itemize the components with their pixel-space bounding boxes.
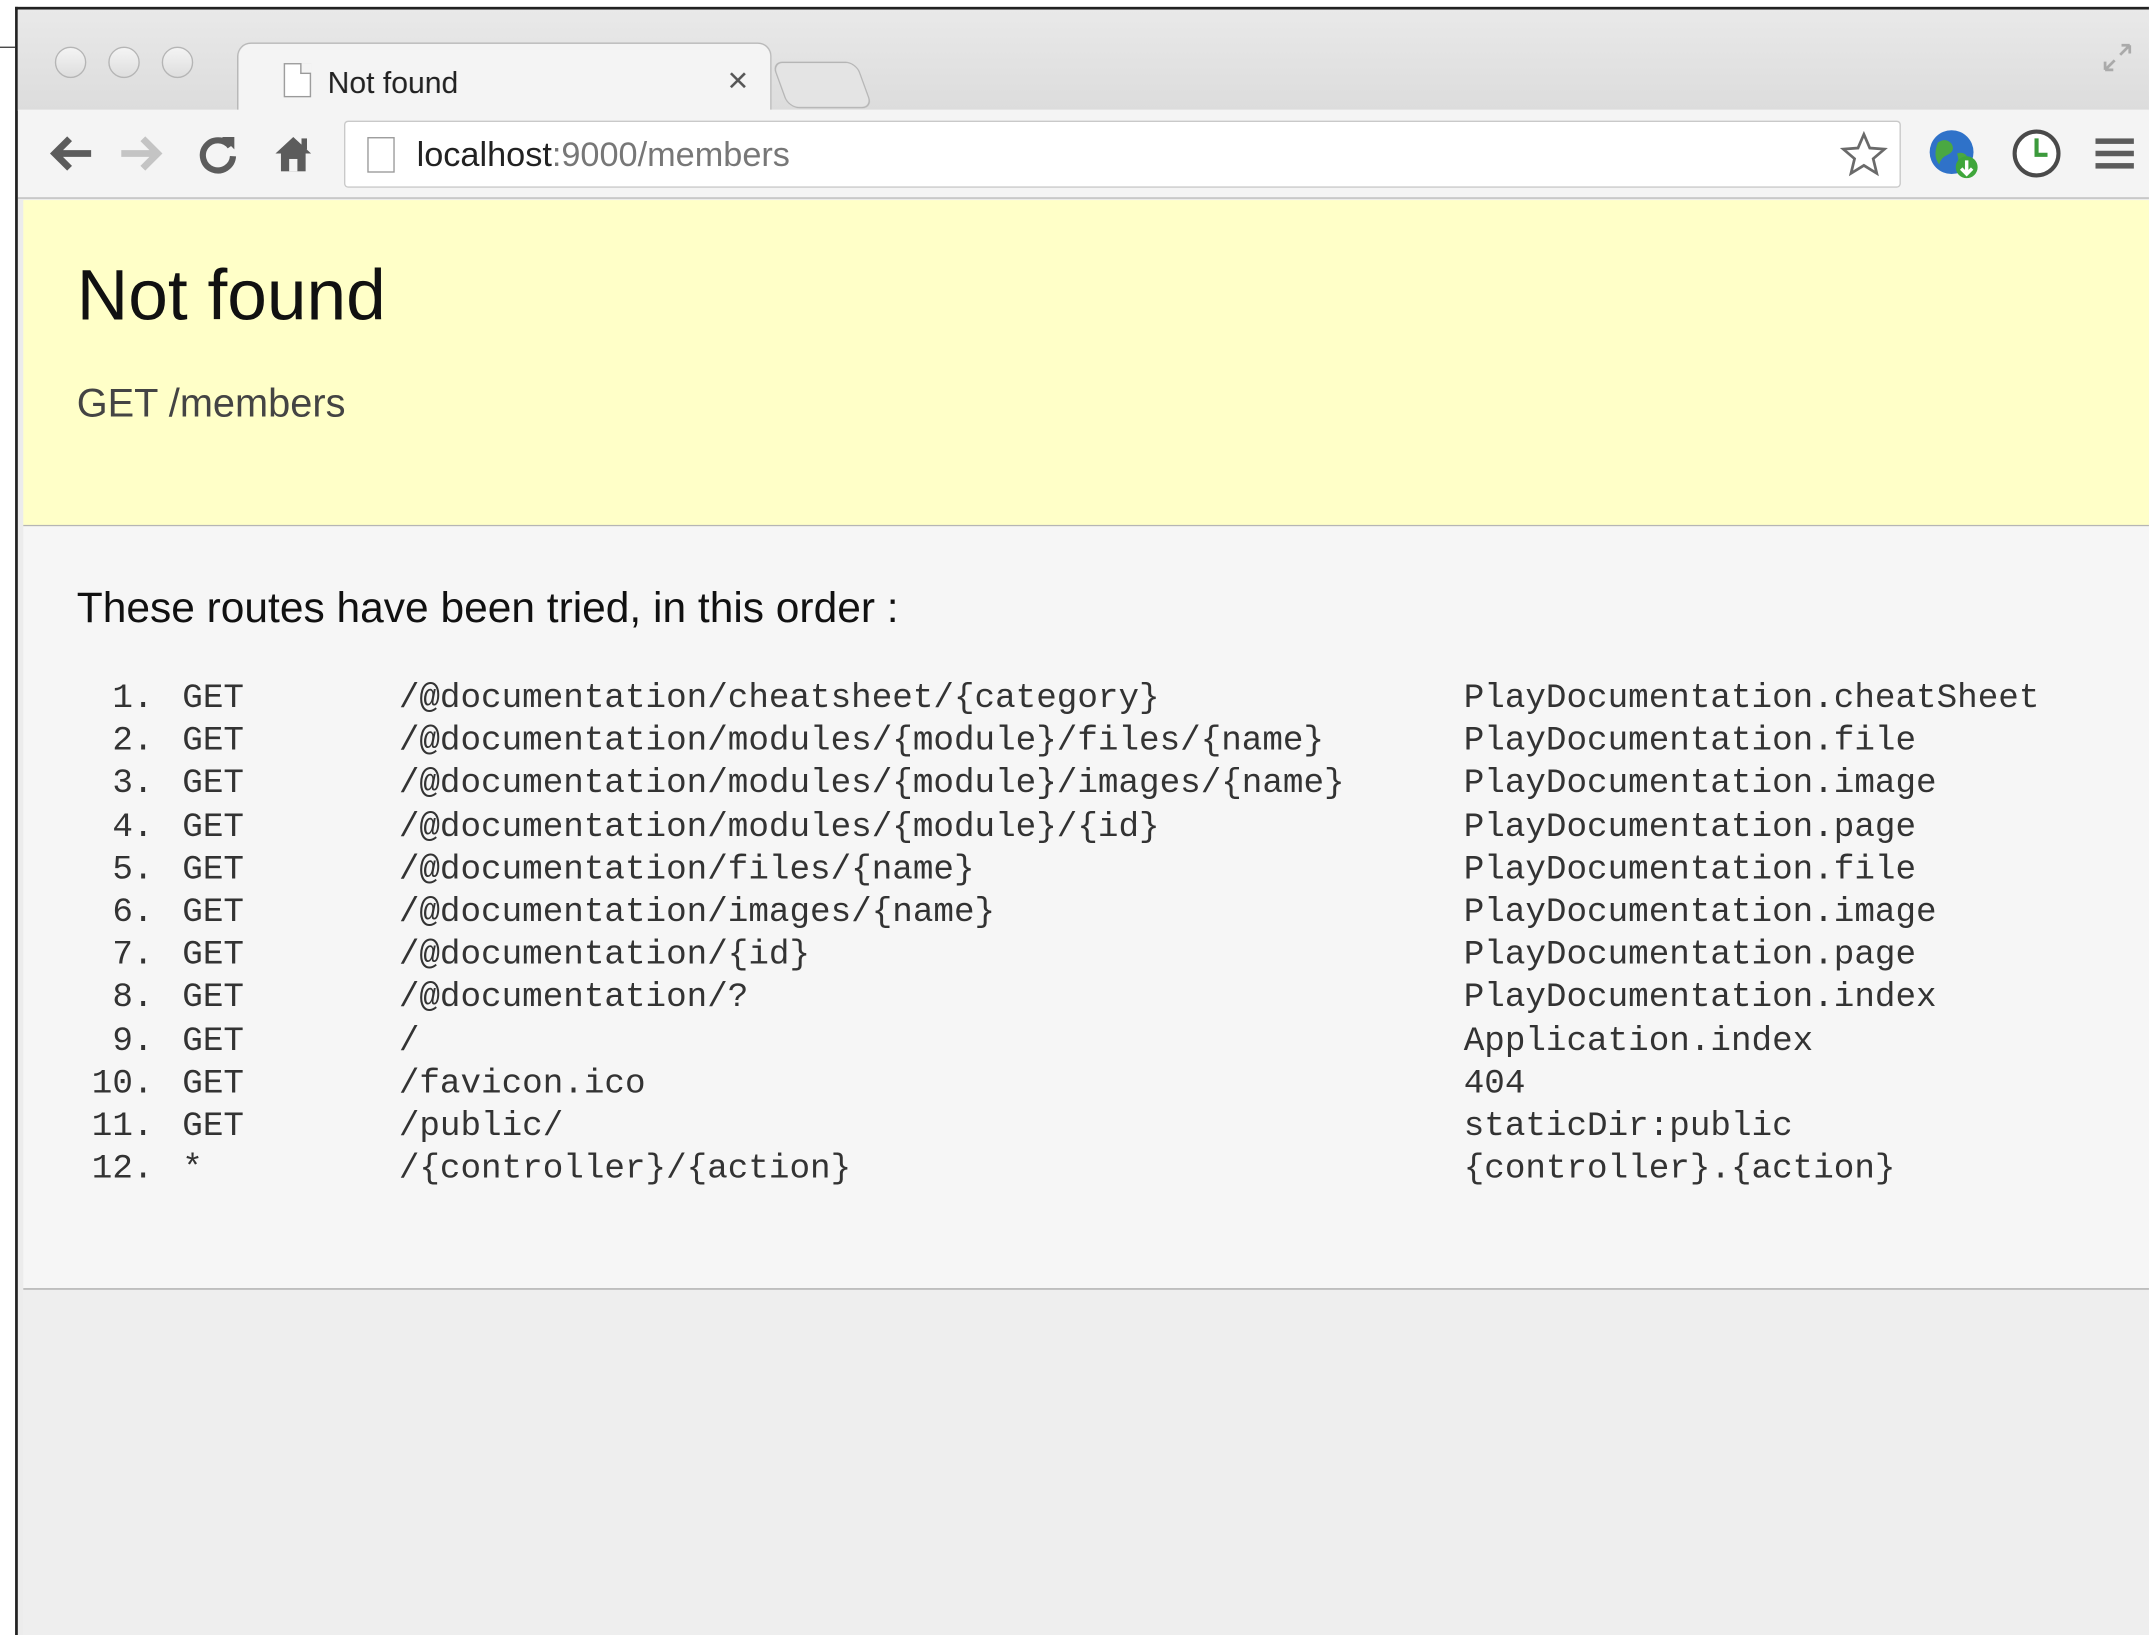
route-number: 1. [112,678,154,719]
route-number: 8. [112,977,154,1018]
tab-strip: Not found × [17,9,2149,121]
route-action: PlayDocumentation.image [1463,763,1937,804]
address-host: localhost [416,135,552,175]
route-method: GET [182,806,244,847]
route-method: GET [182,721,244,761]
route-method: GET [182,1105,244,1146]
routes-section: These routes have been tried, in this or… [23,526,2149,1290]
route-method: * [182,1148,203,1189]
route-action: PlayDocumentation.page [1463,934,1917,975]
route-path: /@documentation/images/{name} [398,892,996,932]
fullscreen-icon[interactable] [2100,40,2136,76]
route-path: /{controller}/{action} [398,1148,852,1189]
route-action: PlayDocumentation.file [1463,849,1917,890]
route-path: /@documentation/? [398,977,749,1018]
star-icon[interactable] [1839,130,1888,179]
address-url[interactable]: localhost:9000/members [417,136,790,176]
route-number: 11. [91,1105,154,1146]
route-action: PlayDocumentation.page [1463,806,1917,847]
globe-extension-icon[interactable] [1920,126,1986,181]
route-method: GET [182,763,244,804]
route-path: /public/ [398,1105,564,1146]
menu-icon[interactable] [2087,126,2142,181]
route-method: GET [182,678,244,719]
route-method: GET [182,977,244,1018]
route-number: 3. [112,763,154,804]
request-line: GET /members [76,382,346,427]
route-path: /@documentation/modules/{module}/images/… [398,763,1345,804]
route-path: /@documentation/files/{name} [398,849,975,890]
forward-arrow-icon[interactable] [115,126,170,181]
zoom-window-button[interactable] [161,46,194,79]
route-path: /favicon.ico [398,1063,646,1103]
close-window-button[interactable] [54,46,87,79]
route-number: 9. [112,1020,154,1061]
reload-icon[interactable] [190,126,245,181]
route-path: /@documentation/cheatsheet/{category} [398,678,1160,719]
route-path: / [398,1020,420,1061]
page-icon [367,137,395,173]
route-number: 5. [112,849,154,890]
routes-heading: These routes have been tried, in this or… [76,583,899,632]
route-number: 12. [91,1148,154,1189]
page-title: Not found [76,256,386,336]
back-arrow-icon[interactable] [42,126,97,181]
home-icon[interactable] [266,126,321,181]
tab-title: Not found [327,65,459,101]
route-method: GET [182,1063,244,1103]
error-banner: Not found GET /members [23,200,2149,527]
route-number: 10. [91,1063,154,1103]
route-method: GET [182,1020,244,1061]
address-path: :9000/members [551,135,790,175]
page-content: Not found GET /members These routes have… [23,200,2149,1635]
route-path: /@documentation/modules/{module}/files/{… [398,721,1325,761]
route-action: PlayDocumentation.index [1463,977,1937,1018]
browser-toolbar: localhost:9000/members [17,109,2149,199]
route-action: PlayDocumentation.file [1463,721,1917,761]
route-number: 4. [112,806,154,847]
route-action: 404 [1463,1063,1526,1103]
route-number: 2. [112,721,154,761]
route-path: /@documentation/{id} [398,934,811,975]
route-number: 7. [112,934,154,975]
route-action: PlayDocumentation.image [1463,892,1937,932]
route-action: staticDir:public [1463,1105,1793,1146]
route-action: {controller}.{action} [1463,1148,1896,1189]
route-method: GET [182,892,244,932]
minimize-window-button[interactable] [108,46,140,79]
route-path: /@documentation/modules/{module}/{id} [398,806,1160,847]
route-action: PlayDocumentation.cheatSheet [1463,678,2040,719]
clock-extension-icon[interactable] [2006,126,2066,181]
page-icon [283,63,312,98]
address-bar[interactable]: localhost:9000/members [343,120,1901,188]
new-tab-button[interactable] [771,61,874,109]
route-method: GET [182,849,244,890]
browser-window: Not found × localhost:9000/members Not f… [0,0,2149,1635]
route-method: GET [182,934,244,975]
tab-close-button[interactable]: × [727,58,748,102]
route-action: Application.index [1463,1020,1814,1061]
route-number: 6. [112,892,154,932]
